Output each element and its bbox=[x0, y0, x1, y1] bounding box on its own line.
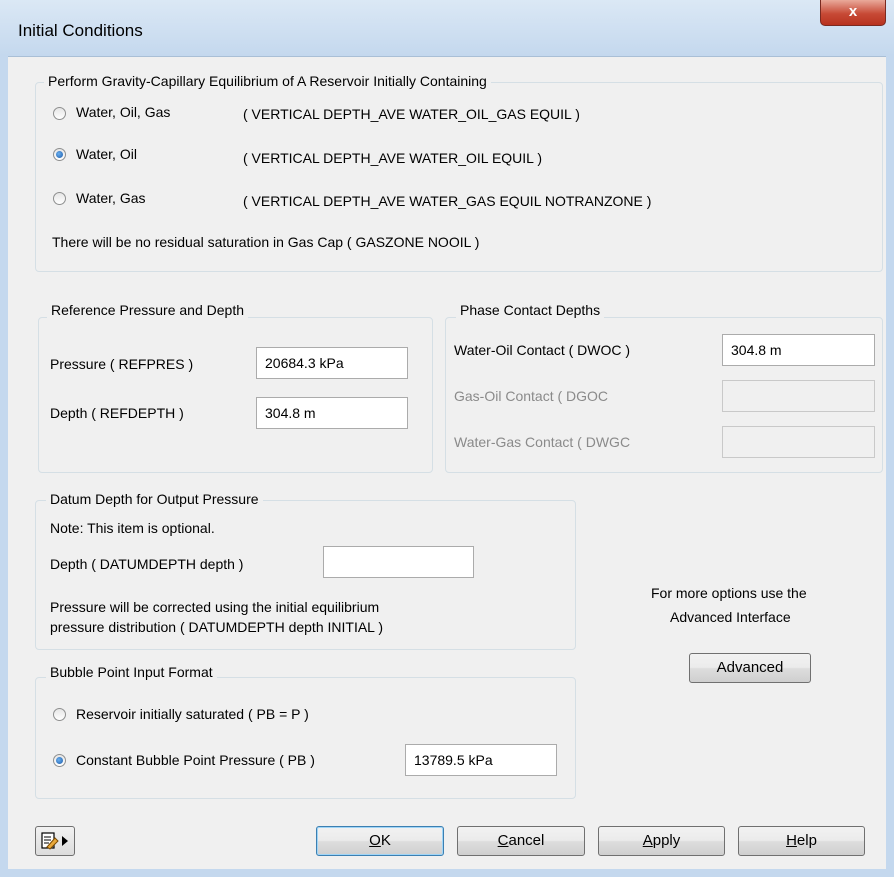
cancel-mnemonic: C bbox=[497, 832, 509, 849]
ref-depth-input[interactable]: 304.8 m bbox=[256, 397, 408, 429]
ok-button[interactable]: OK bbox=[316, 826, 444, 856]
radio-constant-bubble-point[interactable] bbox=[53, 754, 66, 767]
script-edit-button[interactable] bbox=[35, 826, 75, 856]
gas-cap-note: There will be no residual saturation in … bbox=[52, 234, 480, 250]
bubble-point-pressure-input[interactable]: 13789.5 kPa bbox=[405, 744, 557, 776]
apply-label-rest: pply bbox=[652, 832, 681, 849]
edit-document-arrow-icon bbox=[41, 832, 68, 850]
help-button[interactable]: Help bbox=[738, 826, 865, 856]
advanced-hint-line1: For more options use the bbox=[651, 585, 807, 601]
datum-description-line2: pressure distribution ( DATUMDEPTH depth… bbox=[50, 619, 383, 635]
datum-description-line1: Pressure will be corrected using the ini… bbox=[50, 599, 380, 615]
water-oil-gas-keyword: ( VERTICAL DEPTH_AVE WATER_OIL_GAS EQUIL… bbox=[243, 106, 580, 122]
advanced-button[interactable]: Advanced bbox=[689, 653, 811, 683]
radio-water-oil-gas[interactable] bbox=[53, 107, 66, 120]
advanced-hint-line2: Advanced Interface bbox=[670, 609, 791, 625]
datum-depth-label: Depth ( DATUMDEPTH depth ) bbox=[50, 556, 244, 572]
water-oil-keyword: ( VERTICAL DEPTH_AVE WATER_OIL EQUIL ) bbox=[243, 150, 542, 166]
help-label-rest: elp bbox=[796, 832, 817, 849]
dialog-window: Initial Conditions x Perform Gravity-Cap… bbox=[0, 0, 894, 877]
close-button[interactable]: x bbox=[820, 0, 886, 26]
cancel-button[interactable]: Cancel bbox=[457, 826, 585, 856]
apply-mnemonic: A bbox=[642, 832, 653, 849]
bubble-point-group bbox=[35, 677, 576, 799]
datum-optional-note: Note: This item is optional. bbox=[50, 520, 215, 536]
dwoc-input[interactable]: 304.8 m bbox=[722, 334, 875, 366]
reference-pressure-group bbox=[38, 317, 433, 473]
bubble-point-legend: Bubble Point Input Format bbox=[46, 664, 217, 680]
ref-pressure-input[interactable]: 20684.3 kPa bbox=[256, 347, 408, 379]
datum-depth-input[interactable] bbox=[323, 546, 474, 578]
radio-water-gas[interactable] bbox=[53, 192, 66, 205]
radio-reservoir-saturated[interactable] bbox=[53, 708, 66, 721]
radio-water-gas-label[interactable]: Water, Gas bbox=[76, 190, 146, 206]
datum-depth-legend: Datum Depth for Output Pressure bbox=[46, 491, 263, 507]
equilibrium-group-legend: Perform Gravity-Capillary Equilibrium of… bbox=[44, 73, 491, 89]
dwgc-label: Water-Gas Contact ( DWGC bbox=[454, 434, 631, 450]
window-frame-right bbox=[886, 56, 894, 877]
radio-water-oil-label[interactable]: Water, Oil bbox=[76, 146, 137, 162]
phase-contact-legend: Phase Contact Depths bbox=[456, 302, 605, 318]
radio-constant-bubble-point-label[interactable]: Constant Bubble Point Pressure ( PB ) bbox=[76, 752, 315, 768]
dgoc-input bbox=[722, 380, 875, 412]
window-frame-bottom bbox=[0, 869, 894, 877]
close-icon: x bbox=[848, 3, 858, 20]
window-frame-left bbox=[0, 56, 8, 877]
dwoc-label: Water-Oil Contact ( DWOC ) bbox=[454, 342, 631, 358]
dgoc-label: Gas-Oil Contact ( DGOC bbox=[454, 388, 609, 404]
ok-mnemonic: O bbox=[369, 832, 381, 849]
help-mnemonic: H bbox=[786, 832, 797, 849]
radio-water-oil[interactable] bbox=[53, 148, 66, 161]
cancel-label-rest: ancel bbox=[508, 832, 545, 849]
ref-depth-label: Depth ( REFDEPTH ) bbox=[50, 405, 184, 421]
ref-pressure-label: Pressure ( REFPRES ) bbox=[50, 356, 194, 372]
apply-button[interactable]: Apply bbox=[598, 826, 725, 856]
radio-water-oil-gas-label[interactable]: Water, Oil, Gas bbox=[76, 104, 170, 120]
title-bar[interactable]: Initial Conditions x bbox=[0, 0, 894, 57]
ok-label-rest: K bbox=[380, 832, 391, 849]
window-title: Initial Conditions bbox=[18, 21, 143, 40]
reference-pressure-legend: Reference Pressure and Depth bbox=[47, 302, 248, 318]
radio-reservoir-saturated-label[interactable]: Reservoir initially saturated ( PB = P ) bbox=[76, 706, 309, 722]
dwgc-input bbox=[722, 426, 875, 458]
water-gas-keyword: ( VERTICAL DEPTH_AVE WATER_GAS EQUIL NOT… bbox=[243, 193, 652, 209]
